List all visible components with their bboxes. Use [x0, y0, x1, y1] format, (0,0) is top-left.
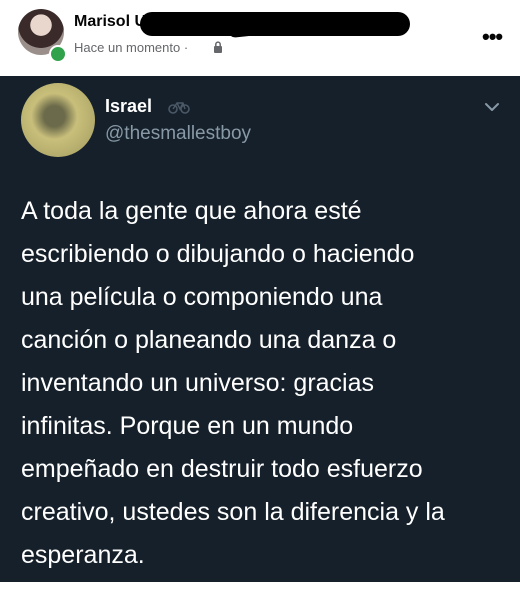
- more-options-icon[interactable]: •••: [482, 26, 503, 48]
- tweet-text-line: A toda la gente que ahora esté: [21, 197, 362, 225]
- tweet-text-line: esperanza.: [21, 541, 145, 569]
- tweet-author-avatar: [21, 83, 95, 157]
- chevron-down-icon: [485, 103, 499, 111]
- tweet-text: A toda la gente que ahora esté escribien…: [21, 190, 511, 577]
- post-header: Marisol U Hace un momento · •••: [0, 0, 520, 76]
- author-name[interactable]: Marisol U: [74, 13, 146, 31]
- post-timestamp[interactable]: Hace un momento: [74, 40, 180, 55]
- tweet-text-line: empeñado en destruir todo esfuerzo: [21, 455, 423, 483]
- meta-separator: ·: [183, 40, 189, 55]
- tweet-text-line: una película o componiendo una: [21, 283, 383, 311]
- tweet-text-line: creativo, ustedes son la diferencia y la: [21, 498, 445, 526]
- tweet-text-line: infinitas. Porque en un mundo: [21, 412, 354, 440]
- online-status-dot: [49, 45, 67, 63]
- tweet-screenshot: Israel @thesmallestboy A toda la gente q…: [0, 76, 520, 582]
- tweet-handle: @thesmallestboy: [105, 123, 252, 144]
- bicycle-emoji-icon: [168, 102, 190, 114]
- tweet-text-line: escribiendo o dibujando o haciendo: [21, 240, 415, 268]
- tweet-display-name: Israel: [105, 96, 153, 116]
- tweet-text-line: inventando un universo: gracias: [21, 369, 375, 397]
- tweet-text-line: canción o planeando una danza o: [21, 326, 397, 354]
- post-bottom-spacing: [0, 582, 520, 603]
- post-meta: Hace un momento ·: [74, 40, 188, 55]
- lock-icon[interactable]: [213, 41, 223, 53]
